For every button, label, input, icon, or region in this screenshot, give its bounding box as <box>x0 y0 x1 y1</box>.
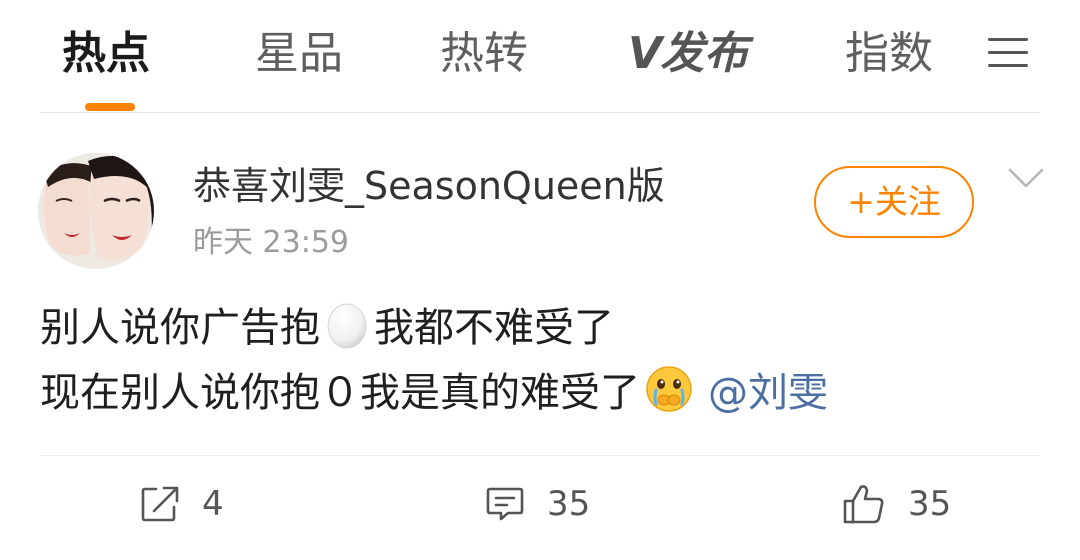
thumbs-up-icon <box>843 485 884 524</box>
repost-icon <box>141 486 179 522</box>
post-text-segment: 别人说你广告抱 <box>40 305 320 351</box>
avatar[interactable] <box>38 153 154 269</box>
tab-v-release-label: 发布 <box>660 28 749 79</box>
comment-button[interactable]: 35 <box>485 482 590 526</box>
tab-index[interactable]: 指数 <box>845 26 933 82</box>
post-text-segment: 我都不难受了 <box>374 305 614 351</box>
follow-button[interactable]: +关注 <box>814 166 974 238</box>
tab-v-release[interactable]: V发布 <box>628 26 748 82</box>
comment-icon <box>486 487 524 521</box>
tab-hot[interactable]: 热点 <box>62 26 150 82</box>
tab-star-products[interactable]: 星品 <box>255 26 343 82</box>
post-divider <box>40 455 1040 456</box>
active-tab-indicator <box>85 103 135 111</box>
username[interactable]: 恭喜刘雯_SeasonQueen版 <box>193 162 665 210</box>
like-count: 35 <box>908 484 952 524</box>
repost-count: 4 <box>202 484 224 524</box>
hamburger-menu-icon[interactable] <box>988 38 1028 68</box>
chevron-down-icon[interactable] <box>1008 166 1044 190</box>
repost-button[interactable]: 4 <box>140 482 224 526</box>
mention-link[interactable]: @刘雯 <box>708 370 828 416</box>
egg-emoji-icon <box>327 303 367 349</box>
post-text-line-1: 别人说你广告抱 我都不难受了 <box>40 300 614 356</box>
avatar-image <box>38 153 154 269</box>
post-text-segment: 现在别人说你抱０我是真的难受了 <box>40 370 640 416</box>
tab-bar-divider <box>40 112 1040 113</box>
comment-count: 35 <box>547 484 591 524</box>
post-timestamp: 昨天 23:59 <box>193 225 349 260</box>
like-button[interactable]: 35 <box>842 482 951 526</box>
top-tab-bar: 热点 星品 热转 V发布 指数 <box>0 0 1080 112</box>
post-text-line-2: 现在别人说你抱０我是真的难受了 @刘雯 <box>40 364 828 421</box>
crying-face-emoji-icon <box>646 366 692 412</box>
tab-trending-reposts[interactable]: 热转 <box>440 26 528 82</box>
v-logo-icon: V <box>628 28 662 79</box>
